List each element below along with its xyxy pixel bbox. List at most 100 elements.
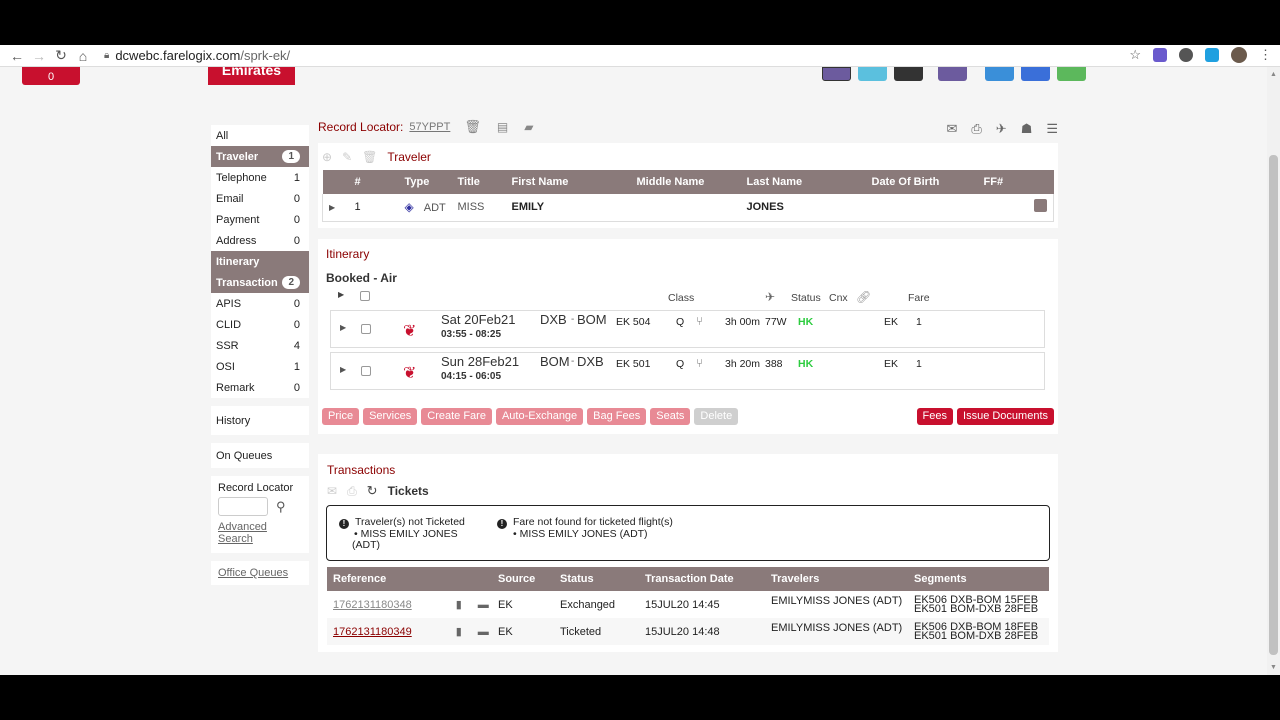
- sidebar-item-address[interactable]: Address 0: [211, 230, 309, 251]
- delete-icon[interactable]: 🗑︎: [362, 150, 377, 164]
- seats-button[interactable]: Seats: [650, 408, 691, 425]
- briefcase-icon[interactable]: ▬: [478, 626, 489, 638]
- address-bar[interactable]: 🔒︎ dcwebc.farelogix.com/sprk-ek/: [104, 48, 290, 63]
- segment-date: Sun 28Feb21: [441, 354, 520, 369]
- users-icon[interactable]: ☗: [1021, 121, 1033, 137]
- booked-air-subtitle: Booked - Air: [326, 271, 397, 285]
- sidebar-item-all[interactable]: All: [211, 125, 309, 146]
- col-segments: Segments: [908, 567, 1049, 591]
- star-icon[interactable]: ☆: [1129, 47, 1141, 63]
- office-queues-link[interactable]: Office Queues: [218, 567, 288, 579]
- reference-link[interactable]: 1762131180349: [333, 626, 412, 638]
- sidebar-item-history[interactable]: History: [211, 410, 309, 431]
- segment-route-to: BOM: [577, 312, 607, 327]
- create-fare-button[interactable]: Create Fare: [421, 408, 492, 425]
- profile-avatar[interactable]: [1231, 47, 1247, 63]
- document-icon[interactable]: ▤: [497, 120, 508, 134]
- expand-arrow-icon[interactable]: ▶: [322, 194, 349, 222]
- extension-calendar-icon[interactable]: [1153, 48, 1167, 62]
- document-icon[interactable]: ▮: [456, 599, 462, 611]
- trash-icon[interactable]: 🗑︎: [464, 119, 481, 135]
- refresh-icon[interactable]: ↻: [367, 483, 378, 499]
- transactions-toolbar: ✉ ⎙ ↻ Tickets: [327, 483, 429, 499]
- seat-icon[interactable]: ⑂: [696, 356, 703, 370]
- table-row[interactable]: 1762131180349 ▮ ▬ EK Ticketed 15JUL20 14:4…: [327, 618, 1049, 645]
- toolbar-button-3-icon[interactable]: [894, 67, 923, 81]
- search-icon[interactable]: ⚲: [276, 499, 286, 515]
- segment-row[interactable]: ▶ ❦ Sat 20Feb21 03:55 - 08:25 DXB - BOM …: [330, 310, 1045, 348]
- itinerary-panel: Itinerary Booked - Air ▶ Class ✈ Status …: [318, 239, 1058, 434]
- issue-documents-button[interactable]: Issue Documents: [957, 408, 1054, 425]
- services-button[interactable]: Services: [363, 408, 418, 425]
- sidebar-item-payment[interactable]: Payment 0: [211, 209, 309, 230]
- scroll-down-icon[interactable]: ▼: [1270, 664, 1277, 671]
- extension-windows-icon[interactable]: [1205, 48, 1219, 62]
- expand-arrow-icon[interactable]: ▶: [340, 365, 346, 374]
- table-row[interactable]: ▶ 1 ◈ ADT MISS EMILY JONES: [322, 194, 1054, 222]
- sidebar-item-email[interactable]: Email 0: [211, 188, 309, 209]
- segment-checkbox[interactable]: [361, 324, 371, 334]
- email-icon[interactable]: ✉: [327, 484, 337, 498]
- select-all-checkbox[interactable]: [360, 291, 370, 301]
- page-scrollbar[interactable]: ▲ ▼: [1267, 67, 1280, 675]
- fees-button[interactable]: Fees: [916, 408, 954, 425]
- back-icon[interactable]: ←: [6, 48, 28, 64]
- add-icon[interactable]: ⊕: [322, 150, 332, 164]
- toolbar-button-2-icon[interactable]: [858, 67, 887, 81]
- toolbar-button-1-icon[interactable]: [822, 67, 851, 81]
- reference-link[interactable]: 1762131180348: [333, 599, 412, 611]
- document-icon[interactable]: ▮: [456, 626, 462, 638]
- scroll-up-icon[interactable]: ▲: [1270, 71, 1277, 78]
- print-icon[interactable]: ⎙: [347, 484, 357, 499]
- extension-circle-icon[interactable]: [1179, 48, 1193, 62]
- price-button[interactable]: Price: [322, 408, 360, 425]
- airline-logo[interactable]: Emirates: [208, 67, 295, 85]
- traveler-type-icon: ◈: [404, 200, 414, 215]
- sidebar-item-telephone[interactable]: Telephone 1: [211, 167, 309, 188]
- folder-icon[interactable]: ▰: [524, 120, 533, 134]
- scrollbar-thumb[interactable]: [1269, 155, 1278, 655]
- menu-icon[interactable]: ☰: [1046, 121, 1058, 137]
- edit-icon[interactable]: ✎: [342, 150, 352, 164]
- briefcase-icon[interactable]: ▬: [478, 599, 489, 611]
- toolbar-button-4-icon[interactable]: [938, 67, 967, 81]
- delete-button[interactable]: Delete: [694, 408, 739, 425]
- auto-exchange-button[interactable]: Auto-Exchange: [495, 408, 584, 425]
- forward-icon[interactable]: →: [28, 48, 50, 64]
- sidebar-item-transaction[interactable]: Transaction 2: [211, 272, 309, 293]
- record-locator-input[interactable]: [218, 497, 268, 516]
- sidebar-item-ssr[interactable]: SSR 4: [211, 335, 309, 356]
- toolbar-button-5-icon[interactable]: [985, 67, 1014, 81]
- plane-icon[interactable]: ✈: [996, 121, 1007, 137]
- sidebar-item-label: Remark: [216, 381, 255, 394]
- menu-dots-icon[interactable]: ⋮: [1259, 47, 1272, 63]
- sidebar-item-osi[interactable]: OSI 1: [211, 356, 309, 377]
- home-icon[interactable]: ⌂: [72, 48, 94, 64]
- sidebar-item-traveler[interactable]: Traveler 1: [211, 146, 309, 167]
- sidebar-item-itinerary[interactable]: Itinerary: [211, 251, 309, 272]
- tickets-label: Tickets: [387, 484, 429, 498]
- print-icon[interactable]: ⎙: [971, 121, 981, 137]
- expand-all-icon[interactable]: ▶: [338, 290, 344, 299]
- sidebar-item-remark[interactable]: Remark 0: [211, 377, 309, 398]
- record-locator-value[interactable]: 57YPPT: [409, 121, 450, 133]
- expand-arrow-icon[interactable]: ▶: [340, 323, 346, 332]
- reload-icon[interactable]: ↻: [50, 47, 72, 64]
- segment-row[interactable]: ▶ ❦ Sun 28Feb21 04:15 - 06:05 BOM - DXB …: [330, 352, 1045, 390]
- toolbar-button-6-icon[interactable]: [1021, 67, 1050, 81]
- traveler-first-name: EMILY: [505, 194, 631, 222]
- reference-cell: 1762131180349 ▮ ▬: [327, 618, 492, 645]
- table-row[interactable]: 1762131180348 ▮ ▬ EK Exchanged 15JUL20 14:…: [327, 591, 1049, 618]
- sidebar-item-on-queues[interactable]: On Queues: [211, 445, 309, 466]
- info-icon: !: [339, 519, 349, 529]
- seat-icon[interactable]: ⑂: [696, 314, 703, 328]
- segment-checkbox[interactable]: [361, 366, 371, 376]
- comment-icon[interactable]: [1034, 199, 1047, 213]
- cart-badge[interactable]: 0: [22, 67, 80, 85]
- email-icon[interactable]: ✉: [946, 121, 957, 137]
- sidebar-item-clid[interactable]: CLID 0: [211, 314, 309, 335]
- bag-fees-button[interactable]: Bag Fees: [587, 408, 647, 425]
- toolbar-button-7-icon[interactable]: [1057, 67, 1086, 81]
- advanced-search-link[interactable]: Advanced Search: [218, 521, 267, 545]
- sidebar-item-apis[interactable]: APIS 0: [211, 293, 309, 314]
